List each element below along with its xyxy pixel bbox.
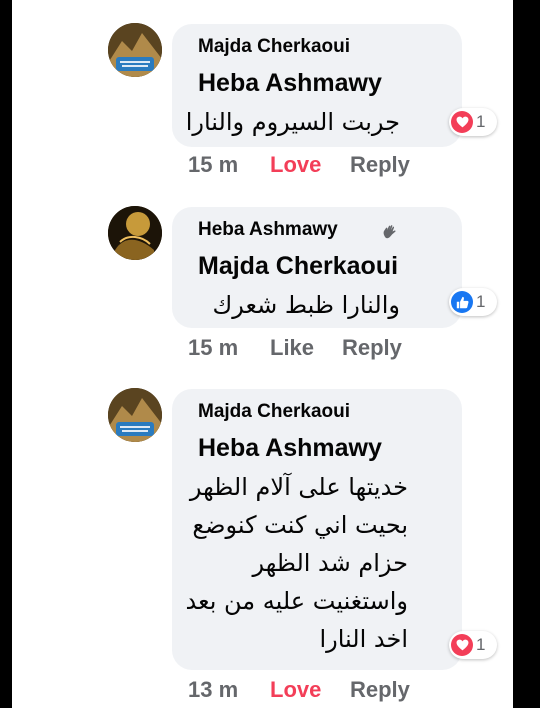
like-action-button[interactable]: Like (270, 335, 314, 361)
reaction-badge[interactable]: 1 (449, 288, 497, 316)
comment-bubble: Heba Ashmawy Majda Cherkaoui والنارا ظبط… (172, 207, 462, 328)
love-icon (451, 111, 473, 133)
reply-button[interactable]: Reply (350, 152, 410, 178)
comment-text-line: خديتها على آلام الظهر (189, 473, 408, 501)
avatar[interactable] (108, 23, 162, 77)
reply-button[interactable]: Reply (342, 335, 402, 361)
reply-button[interactable]: Reply (350, 677, 410, 703)
comment-time[interactable]: 13 m (188, 677, 238, 703)
comment-text-line: والنارا ظبط شعرك (212, 291, 400, 319)
comment-time[interactable]: 15 m (188, 152, 238, 178)
reaction-count: 1 (476, 635, 486, 654)
comment-mention[interactable]: Heba Ashmawy (198, 69, 382, 98)
avatar[interactable] (108, 388, 162, 442)
like-icon (451, 291, 473, 313)
comment-time[interactable]: 15 m (188, 335, 238, 361)
comment-bubble: Majda Cherkaoui Heba Ashmawy خديتها على … (172, 389, 462, 670)
comment-author[interactable]: Majda Cherkaoui (198, 36, 350, 58)
comment-text-line: بحيت اني كنت كنوضع (192, 511, 408, 539)
avatar[interactable] (108, 206, 162, 260)
comment-text-line: حزام شد الظهر (252, 549, 408, 577)
comment-author[interactable]: Heba Ashmawy (198, 219, 338, 241)
love-icon (451, 634, 473, 656)
reaction-badge[interactable]: 1 (449, 108, 497, 136)
comment-author[interactable]: Majda Cherkaoui (198, 401, 350, 423)
comment-text-line: جربت السيروم والنارا (185, 108, 400, 136)
comment-bubble: Majda Cherkaoui Heba Ashmawy جربت السيرو… (172, 24, 462, 147)
comment-text-line: اخد النارا (319, 625, 408, 653)
comment-mention[interactable]: Majda Cherkaoui (198, 252, 398, 281)
comment-mention[interactable]: Heba Ashmawy (198, 434, 382, 463)
love-action-button[interactable]: Love (270, 677, 321, 703)
comment-text-line: واستغنيت عليه من بعد (185, 587, 408, 615)
waving-hand-icon (383, 225, 396, 239)
reaction-badge[interactable]: 1 (449, 631, 497, 659)
comments-panel: Majda Cherkaoui Heba Ashmawy جربت السيرو… (12, 0, 513, 708)
reaction-count: 1 (476, 292, 486, 311)
love-action-button[interactable]: Love (270, 152, 321, 178)
reaction-count: 1 (476, 112, 486, 131)
